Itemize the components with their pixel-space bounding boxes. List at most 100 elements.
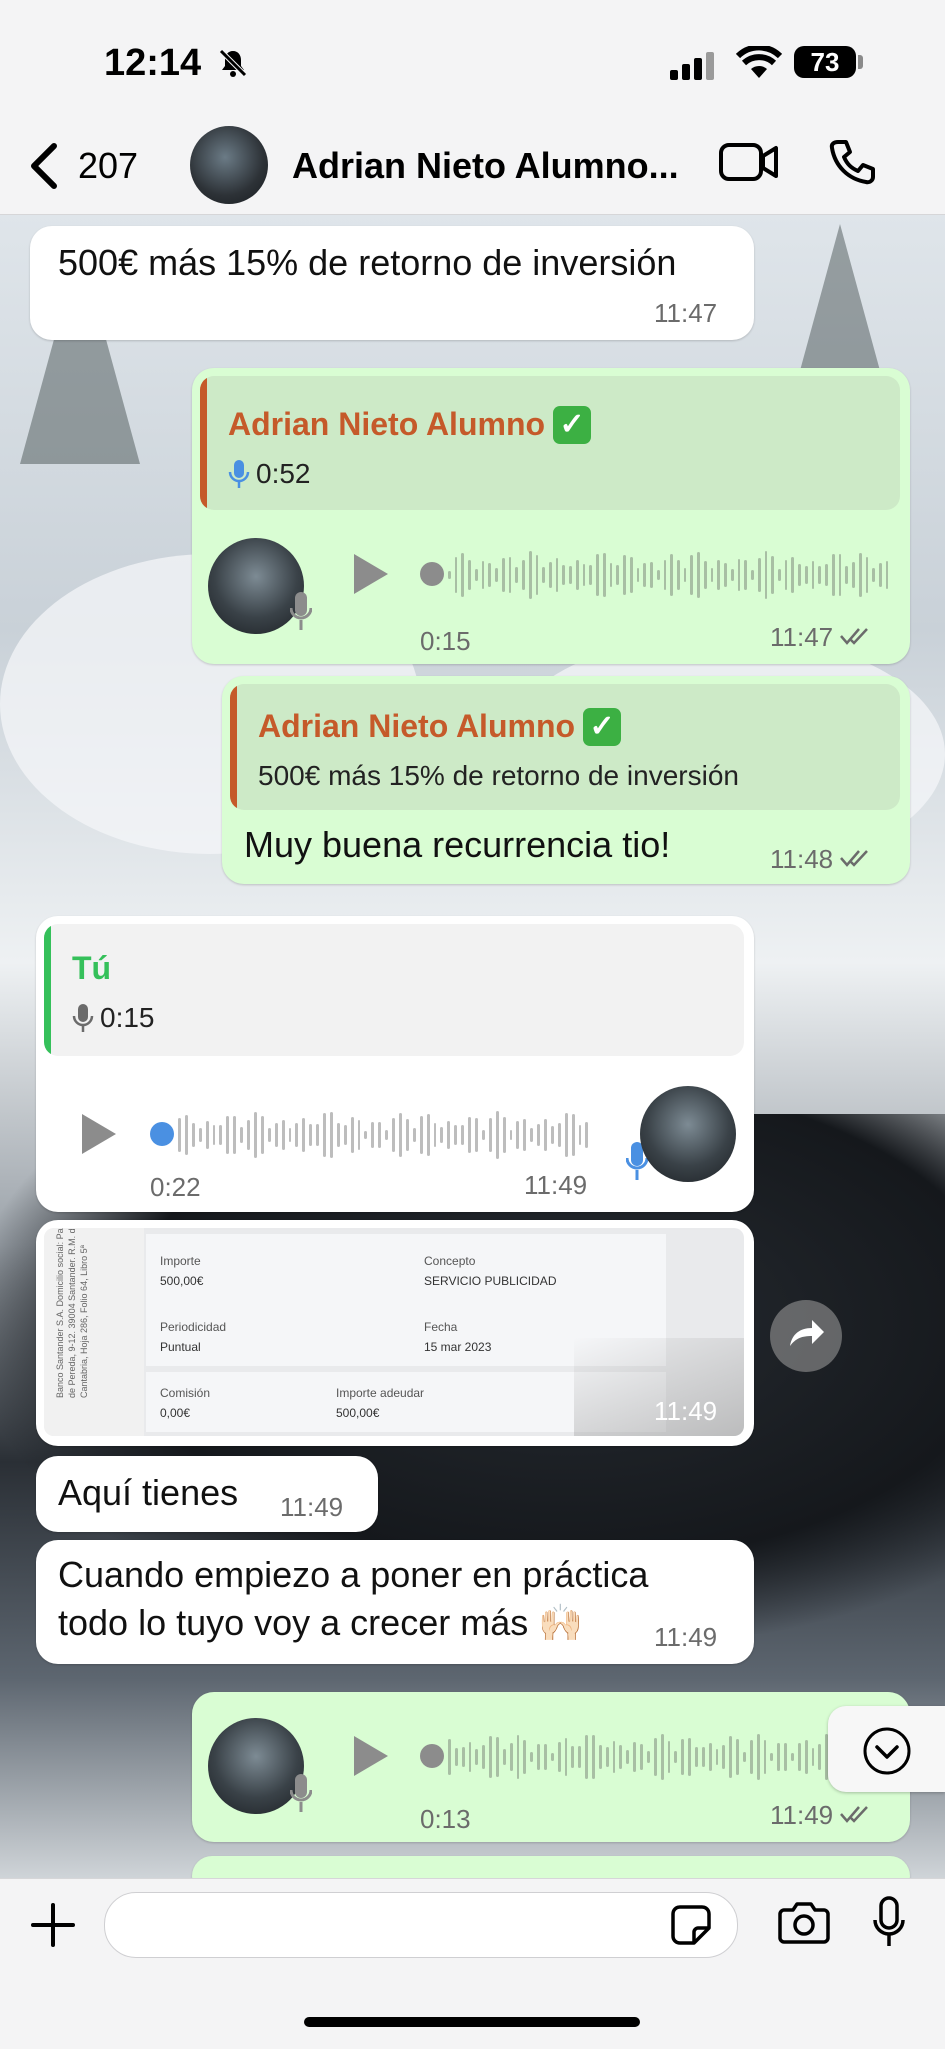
waveform-bar bbox=[791, 556, 795, 594]
waveform-bar bbox=[690, 555, 694, 595]
message-time: 11:47 bbox=[654, 298, 718, 328]
message-text-line: Cuando empiezo a poner en práctica bbox=[58, 1554, 649, 1595]
message-time: 11:47 bbox=[770, 622, 873, 653]
waveform-bar bbox=[426, 1113, 430, 1157]
plus-icon[interactable] bbox=[30, 1902, 76, 1948]
receipt-value: Puntual bbox=[160, 1340, 201, 1354]
play-icon[interactable] bbox=[82, 1114, 116, 1154]
microphone-icon[interactable] bbox=[872, 1896, 906, 1948]
waveform-bar bbox=[650, 561, 653, 589]
waveform-bar bbox=[178, 1118, 181, 1152]
message-outgoing-voice[interactable]: 0:13 11:49 bbox=[192, 1692, 910, 1842]
phone-icon[interactable] bbox=[828, 138, 876, 186]
waveform-bar bbox=[405, 1119, 409, 1151]
waveform-bar bbox=[670, 554, 673, 596]
waveform-bar bbox=[419, 1115, 423, 1155]
voice-duration: 0:15 bbox=[420, 626, 471, 656]
forward-button[interactable] bbox=[770, 1300, 842, 1372]
voice-progress-dot[interactable] bbox=[420, 1744, 444, 1768]
waveform-bar bbox=[240, 1127, 244, 1143]
waveform-bar bbox=[191, 1122, 195, 1148]
contact-name[interactable]: Adrian Nieto Alumno... bbox=[292, 145, 679, 187]
green-check-emoji-icon: ✓ bbox=[583, 708, 622, 746]
waveform-bar bbox=[589, 565, 593, 585]
quote-sender: Adrian Nieto Alumno ✓ bbox=[258, 708, 622, 746]
voice-avatar bbox=[640, 1086, 736, 1182]
waveform-bar bbox=[508, 557, 512, 593]
waveform-bar bbox=[640, 1743, 643, 1771]
waveform-bar bbox=[522, 560, 525, 590]
waveform-bar bbox=[683, 567, 687, 583]
reply-quote[interactable]: Tú 0:15 bbox=[44, 924, 744, 1056]
waveform-bar bbox=[523, 1739, 527, 1775]
play-icon[interactable] bbox=[354, 554, 388, 594]
message-input[interactable] bbox=[104, 1892, 738, 1958]
quote-sender: Tú bbox=[72, 950, 112, 986]
play-icon[interactable] bbox=[354, 1736, 388, 1776]
waveform-bar bbox=[343, 1125, 347, 1145]
waveform-bar bbox=[578, 1745, 582, 1769]
contact-avatar[interactable] bbox=[190, 126, 268, 204]
microphone-icon bbox=[228, 460, 250, 488]
message-incoming-voice[interactable]: Tú 0:15 0:22 11:49 bbox=[36, 916, 754, 1212]
waveform-bar bbox=[784, 559, 788, 591]
back-unread-count[interactable]: 207 bbox=[78, 145, 138, 187]
waveform-bar bbox=[219, 1125, 223, 1145]
waveform-bar bbox=[198, 1127, 202, 1143]
waveform-bar bbox=[489, 1735, 493, 1779]
chevron-left-icon[interactable] bbox=[26, 142, 62, 190]
home-indicator bbox=[304, 2017, 640, 2027]
waveform-bar bbox=[336, 1122, 340, 1148]
message-outgoing-voice[interactable]: Adrian Nieto Alumno ✓ 0:52 0:15 11:47 bbox=[192, 368, 910, 664]
waveform-bar bbox=[447, 1120, 451, 1150]
video-camera-icon[interactable] bbox=[718, 140, 780, 184]
voice-waveform[interactable] bbox=[448, 550, 889, 600]
waveform-bar bbox=[544, 1744, 547, 1770]
waveform-bar bbox=[564, 1112, 568, 1158]
waveform-bar bbox=[481, 1130, 485, 1140]
receipt-image[interactable]: Banco Santander S.A. Domicilio social: P… bbox=[44, 1228, 744, 1436]
quote-bar bbox=[44, 924, 51, 1056]
voice-progress-dot[interactable] bbox=[420, 562, 444, 586]
waveform-bar bbox=[535, 554, 539, 596]
voice-waveform[interactable] bbox=[178, 1110, 589, 1160]
waveform-bar bbox=[717, 560, 721, 590]
voice-progress-dot[interactable] bbox=[150, 1122, 174, 1146]
voice-duration: 0:22 bbox=[150, 1172, 201, 1202]
waveform-bar bbox=[681, 1739, 685, 1775]
message-incoming[interactable]: Cuando empiezo a poner en práctica todo … bbox=[36, 1540, 754, 1664]
message-incoming[interactable]: Aquí tienes 11:49 bbox=[36, 1456, 378, 1532]
waveform-bar bbox=[357, 1120, 361, 1150]
camera-icon[interactable] bbox=[778, 1900, 830, 1944]
receipt-bank-legal: Banco Santander S.A. Domicilio social: P… bbox=[55, 1228, 89, 1398]
signal-icon bbox=[670, 52, 714, 80]
waveform-bar bbox=[667, 1741, 671, 1773]
quote-sender: Adrian Nieto Alumno ✓ bbox=[228, 406, 592, 444]
waveform-bar bbox=[501, 558, 505, 592]
waveform-bar bbox=[764, 551, 768, 599]
waveform-bar bbox=[323, 1113, 326, 1157]
waveform-bar bbox=[708, 1743, 712, 1771]
waveform-bar bbox=[656, 569, 660, 581]
reply-quote[interactable]: Adrian Nieto Alumno ✓ 0:52 bbox=[200, 376, 900, 510]
reply-quote[interactable]: Adrian Nieto Alumno ✓ 500€ más 15% de ret… bbox=[230, 684, 900, 810]
waveform-bar bbox=[845, 565, 849, 585]
waveform-bar bbox=[749, 1739, 753, 1775]
message-time: 11:49 bbox=[654, 1622, 718, 1652]
sticker-icon[interactable] bbox=[670, 1904, 712, 1946]
waveform-bar bbox=[474, 569, 478, 581]
green-check-emoji-icon: ✓ bbox=[553, 406, 592, 444]
message-outgoing[interactable]: Adrian Nieto Alumno ✓ 500€ más 15% de ret… bbox=[222, 676, 910, 884]
waveform-bar bbox=[433, 1122, 437, 1148]
waveform-bar bbox=[676, 560, 680, 590]
waveform-bar bbox=[184, 1115, 188, 1155]
voice-waveform[interactable] bbox=[448, 1732, 829, 1782]
waveform-bar bbox=[371, 1121, 375, 1149]
waveform-bar bbox=[468, 1742, 472, 1772]
scroll-to-bottom-button[interactable] bbox=[828, 1706, 945, 1792]
waveform-bar bbox=[710, 568, 714, 582]
message-incoming[interactable]: 500€ más 15% de retorno de inversión 11:… bbox=[30, 226, 754, 340]
receipt-label: Comisión bbox=[160, 1386, 211, 1400]
waveform-bar bbox=[502, 1116, 506, 1154]
message-time: 11:48 bbox=[770, 844, 873, 875]
